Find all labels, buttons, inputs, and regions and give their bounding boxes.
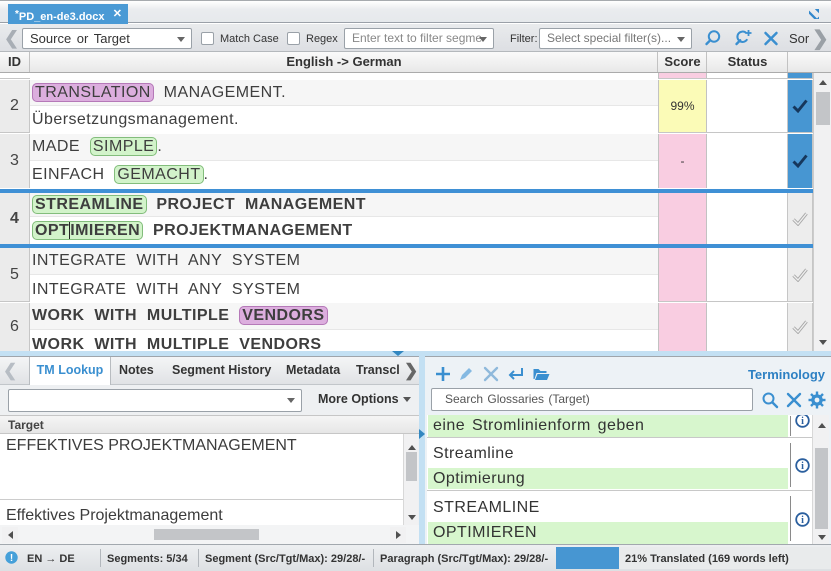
svg-text:i: i bbox=[801, 515, 804, 526]
svg-text:i: i bbox=[801, 461, 804, 472]
svg-text:i: i bbox=[801, 416, 804, 427]
svg-text:!: ! bbox=[10, 553, 13, 564]
